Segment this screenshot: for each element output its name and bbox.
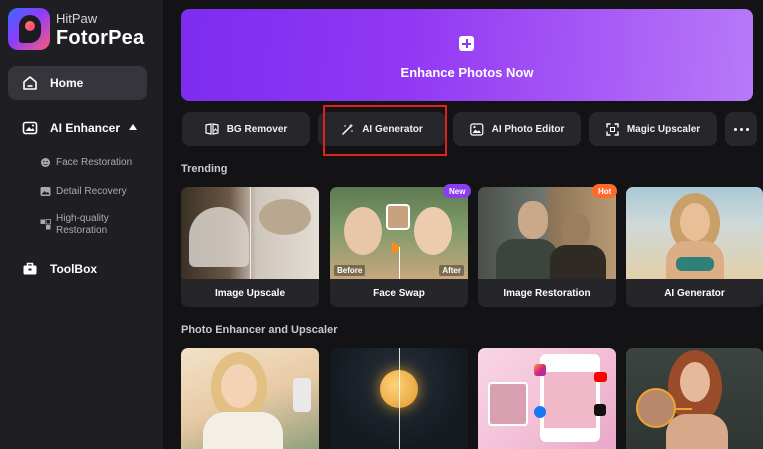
home-icon	[23, 76, 37, 90]
photo-editor-icon	[469, 122, 484, 136]
bg-remover-button[interactable]: BG Remover	[182, 112, 310, 146]
after-tag: After	[439, 265, 464, 276]
zoom-circle	[636, 388, 676, 428]
bg-remover-label: BG Remover	[226, 123, 288, 135]
sidebar-item-ai-enhancer-label: AI Enhancer	[50, 121, 121, 135]
youtube-icon	[594, 372, 607, 382]
split-line	[399, 348, 400, 449]
ai-photo-editor-button[interactable]: AI Photo Editor	[453, 112, 581, 146]
more-dot	[745, 127, 749, 131]
sidebar-subitem-detail-recovery[interactable]: Detail Recovery	[40, 186, 127, 198]
hat-shape	[259, 199, 311, 235]
high-quality-restoration-label: High-quality Restoration	[56, 213, 109, 237]
face-swap-thumbnail: Before After	[330, 187, 468, 279]
face-left	[344, 207, 382, 255]
woman-face	[562, 213, 590, 247]
sidebar-item-toolbox-label: ToolBox	[50, 262, 98, 276]
split-line	[250, 187, 251, 279]
photo-enhancer-title: Photo Enhancer and Upscaler	[181, 324, 338, 336]
image-upscale-label: Image Upscale	[214, 287, 286, 299]
plus-icon	[459, 36, 474, 51]
before-tag: Before	[334, 265, 366, 276]
high-quality-line1: High-quality	[56, 213, 109, 224]
sidebar-item-toolbox[interactable]: ToolBox	[22, 261, 97, 277]
expand-icon	[606, 122, 619, 136]
bg-remover-icon	[205, 123, 219, 135]
collapse-caret-icon[interactable]	[129, 124, 137, 130]
brand-main: FotorPea	[56, 27, 145, 49]
trending-card-face-swap[interactable]: Before After Face Swap	[330, 187, 468, 307]
toolbox-icon	[23, 262, 37, 275]
ai-generator-card-label: AI Generator	[664, 287, 725, 299]
enhancer-card-2[interactable]	[330, 348, 468, 449]
split-line	[399, 247, 400, 279]
tiktok-icon	[594, 404, 606, 416]
brand-top: HitPaw	[56, 11, 98, 26]
ai-photo-editor-label: AI Photo Editor	[491, 123, 565, 135]
soldier-face	[518, 201, 548, 239]
trending-card-image-upscale[interactable]: Image Upscale	[181, 187, 319, 307]
image-upscale-thumbnail	[181, 187, 319, 279]
ai-enhancer-icon	[22, 121, 38, 135]
more-dot	[733, 127, 737, 131]
sidebar-subitem-high-quality-restoration[interactable]: High-quality Restoration	[40, 213, 109, 237]
face-icon	[41, 158, 50, 167]
facebook-icon	[534, 406, 546, 418]
image-restoration-label: Image Restoration	[503, 287, 591, 299]
new-badge: New	[443, 184, 472, 198]
grid-icon	[40, 219, 51, 230]
face-right	[414, 207, 452, 255]
arrow-icon	[392, 242, 402, 254]
person-shape	[189, 207, 249, 267]
arrow-icon	[676, 408, 692, 410]
woman-body	[550, 245, 606, 279]
face-shape	[680, 203, 710, 241]
enhancer-card-1[interactable]	[181, 348, 319, 449]
image-restoration-thumbnail	[478, 187, 616, 279]
phone-shape	[293, 378, 311, 412]
enhancer-card-3[interactable]	[478, 348, 616, 449]
hot-badge: Hot	[592, 184, 618, 198]
magic-upscaler-label: Magic Upscaler	[626, 123, 701, 135]
sidebar-item-ai-enhancer[interactable]: AI Enhancer	[22, 120, 120, 136]
sidebar: HitPaw FotorPea Home AI Enhancer Face Re…	[0, 0, 163, 449]
trending-card-ai-generator[interactable]: AI Generator	[626, 187, 763, 307]
magic-upscaler-button[interactable]: Magic Upscaler	[589, 112, 717, 146]
face-swap-label: Face Swap	[373, 287, 425, 299]
face-shape	[680, 362, 710, 402]
body-shape	[203, 412, 283, 449]
more-tools-button[interactable]	[725, 112, 757, 146]
face-restoration-label: Face Restoration	[56, 157, 133, 168]
face-shape	[221, 364, 257, 408]
soldier-coat	[496, 239, 558, 279]
sidebar-subitem-face-restoration[interactable]: Face Restoration	[40, 157, 132, 169]
high-quality-line2: Restoration	[56, 225, 108, 236]
highlight-annotation-box	[323, 105, 447, 156]
source-face-inset	[386, 204, 410, 230]
instagram-icon	[534, 364, 546, 376]
swimsuit-shape	[676, 257, 714, 271]
app-logo	[8, 8, 50, 50]
body-shape	[666, 414, 728, 449]
sidebar-item-home[interactable]: Home	[22, 75, 83, 91]
more-dot	[739, 127, 743, 131]
enhance-photos-label: Enhance Photos Now	[400, 65, 534, 80]
trending-card-image-restoration[interactable]: Image Restoration	[478, 187, 616, 307]
sidebar-item-home-label: Home	[50, 76, 84, 90]
inset-photo	[488, 382, 528, 426]
post-photo	[544, 372, 596, 428]
detail-recovery-label: Detail Recovery	[56, 186, 127, 197]
trending-title: Trending	[181, 163, 228, 175]
image-icon	[40, 187, 51, 196]
enhancer-card-4[interactable]	[626, 348, 763, 449]
enhance-photos-banner[interactable]: Enhance Photos Now	[181, 9, 753, 101]
ai-generator-thumbnail	[626, 187, 763, 279]
